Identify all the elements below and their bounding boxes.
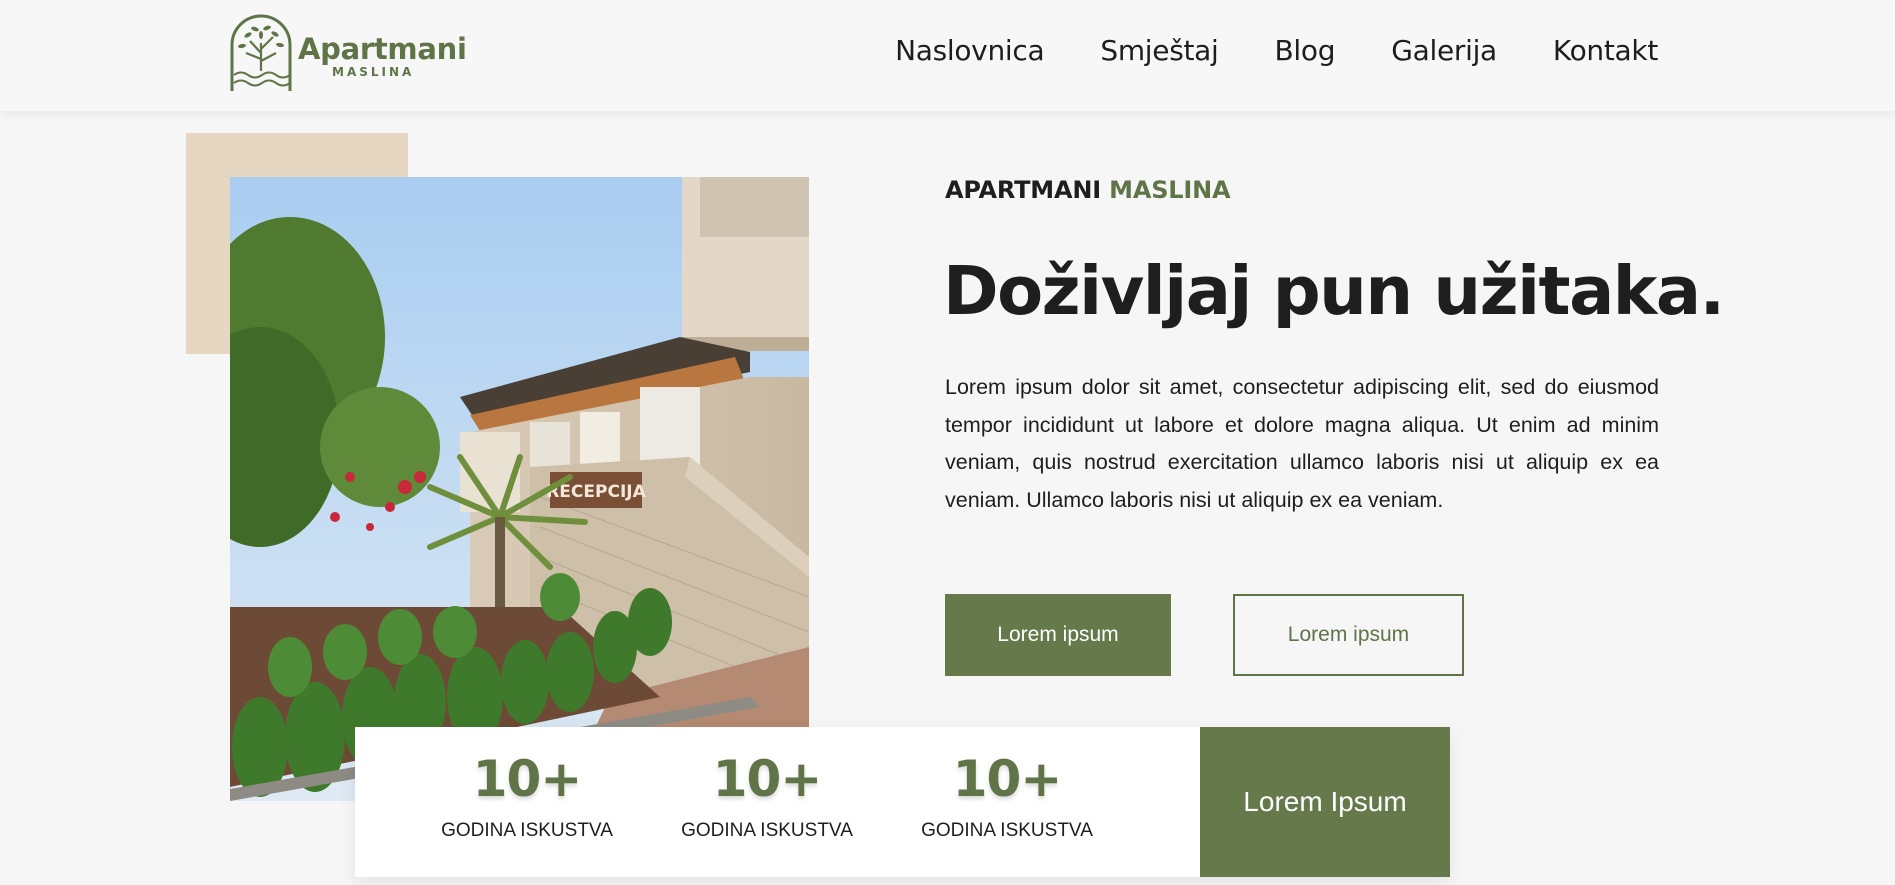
hero-secondary-button[interactable]: Lorem ipsum — [1233, 594, 1464, 676]
eyebrow-accent: MASLINA — [1109, 176, 1231, 204]
nav-item-naslovnica[interactable]: Naslovnica — [895, 34, 1045, 68]
logo-subtitle: MASLINA — [332, 65, 415, 79]
hero-eyebrow: APARTMANI MASLINA — [945, 176, 1231, 204]
logo-link[interactable]: Apartmani MASLINA — [228, 13, 467, 95]
stat-value: 10+ — [952, 750, 1062, 808]
stat-item: 10+ GODINA ISKUSTVA — [647, 727, 887, 877]
eyebrow-brand: APARTMANI — [945, 176, 1101, 204]
stat-item: 10+ GODINA ISKUSTVA — [407, 727, 647, 877]
stats-bar: 10+ GODINA ISKUSTVA 10+ GODINA ISKUSTVA … — [355, 727, 1450, 877]
stat-value: 10+ — [472, 750, 582, 808]
nav-item-kontakt[interactable]: Kontakt — [1553, 34, 1658, 68]
hero-description: Lorem ipsum dolor sit amet, consectetur … — [945, 375, 1659, 512]
nav-item-galerija[interactable]: Galerija — [1391, 34, 1497, 68]
olive-tree-arch-icon — [230, 14, 292, 91]
stat-value: 10+ — [712, 750, 822, 808]
nav-item-smjestaj[interactable]: Smještaj — [1100, 34, 1218, 68]
hero-primary-button[interactable]: Lorem ipsum — [945, 594, 1171, 676]
main-nav: Naslovnica Smještaj Blog Galerija Kontak… — [895, 34, 1658, 68]
logo-title: Apartmani — [298, 32, 467, 66]
stat-label: GODINA ISKUSTVA — [681, 820, 853, 841]
stat-item: 10+ GODINA ISKUSTVA — [887, 727, 1127, 877]
stat-label: GODINA ISKUSTVA — [921, 820, 1093, 841]
stat-label: GODINA ISKUSTVA — [441, 820, 613, 841]
hero-photo: RECEPCIJA — [230, 177, 809, 801]
hero-title: Doživljaj pun užitaka. — [943, 252, 1725, 330]
site-header: Apartmani MASLINA Naslovnica Smještaj Bl… — [0, 0, 1895, 111]
nav-item-blog[interactable]: Blog — [1275, 34, 1336, 68]
stats-cta-button[interactable]: Lorem Ipsum — [1200, 727, 1450, 877]
